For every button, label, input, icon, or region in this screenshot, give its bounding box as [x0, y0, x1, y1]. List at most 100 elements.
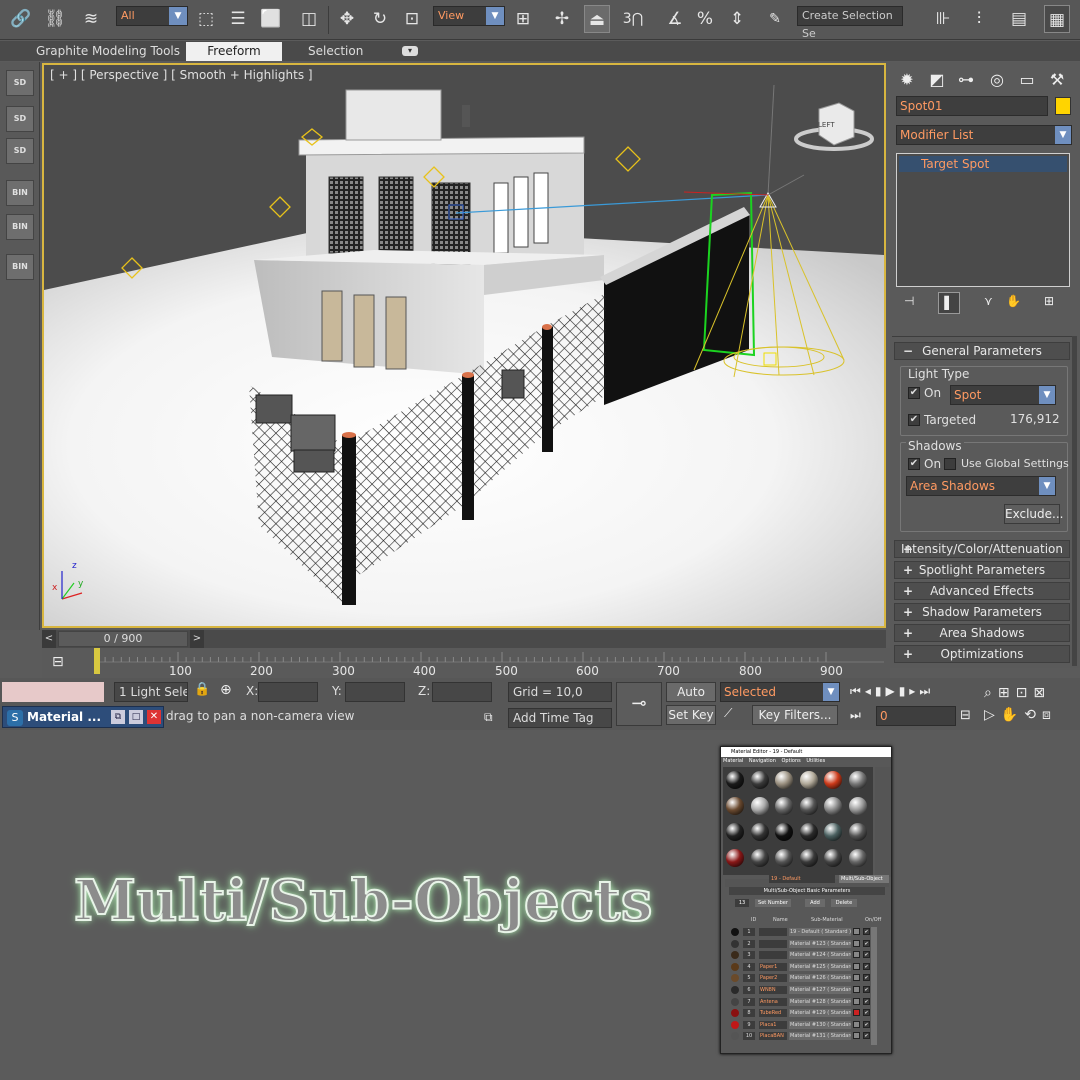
menu-navigation[interactable]: Navigation	[749, 758, 776, 764]
move-icon[interactable]: ✥	[334, 5, 360, 33]
time-tag-icon[interactable]: ⧉	[484, 710, 493, 725]
sample-sphere[interactable]	[726, 823, 744, 841]
add-time-tag[interactable]: Add Time Tag	[508, 708, 612, 728]
row-id[interactable]: 7	[743, 997, 755, 1006]
utilities-tab-icon[interactable]: ⚒	[1044, 67, 1070, 93]
link-icon[interactable]: 🔗	[8, 5, 34, 33]
sample-sphere[interactable]	[750, 797, 769, 815]
select-manipulate-icon[interactable]: ✢	[549, 5, 575, 33]
col-name[interactable]: Name	[773, 915, 788, 925]
selection-filter-dropdown[interactable]: All ▼	[116, 6, 188, 26]
targeted-checkbox[interactable]: ✔	[908, 414, 920, 426]
zoom-icon[interactable]: ⌕	[984, 685, 998, 701]
row-sub-material[interactable]: 19 - Default ( Standard )	[789, 928, 851, 936]
material-editor-window[interactable]: Material Editor - 19 - Default Material …	[720, 746, 892, 1054]
sample-sphere[interactable]	[799, 771, 818, 789]
sample-sphere[interactable]	[750, 849, 769, 867]
optimizations-rollout[interactable]: + Optimizations	[894, 645, 1070, 663]
row-sub-material[interactable]: Material #131 ( Standard )	[789, 1032, 851, 1041]
modifier-list-dropdown[interactable]: Modifier List ▼	[896, 125, 1072, 145]
row-color[interactable]	[853, 1009, 860, 1017]
row-sub-material[interactable]: Material #130 ( Standard )	[789, 1020, 851, 1029]
row-color[interactable]	[853, 1032, 860, 1040]
row-color[interactable]	[853, 986, 860, 993]
key-mode-toggle-icon[interactable]: ⏭	[850, 708, 861, 723]
orbit-icon[interactable]: ⟲	[1024, 707, 1042, 723]
display-tab-icon[interactable]: ▭	[1014, 67, 1040, 93]
row-on-checkbox[interactable]: ✔	[863, 962, 870, 970]
zoom-extents-all-icon[interactable]: ⊠	[1033, 685, 1051, 701]
maxscript-listener[interactable]	[2, 682, 104, 702]
col-id[interactable]: ID	[751, 915, 756, 925]
row-on-checkbox[interactable]: ✔	[863, 1032, 870, 1040]
sample-sphere[interactable]	[824, 849, 842, 867]
light-on-checkbox[interactable]: ✔	[908, 387, 920, 399]
sample-sphere[interactable]	[750, 823, 769, 841]
sample-sphere[interactable]	[848, 797, 867, 815]
general-parameters-rollout[interactable]: − General Parameters	[894, 342, 1070, 360]
modify-tab-icon[interactable]: ◩	[924, 67, 950, 93]
reference-coord-dropdown[interactable]: View ▼	[433, 6, 505, 26]
sample-slots[interactable]	[723, 767, 873, 875]
key-mode-dropdown[interactable]: Selected ▼	[720, 682, 840, 702]
tab-selection[interactable]: Selection	[308, 42, 363, 61]
track-bar[interactable]: ⊟ 100 200 300 400 500 600 700 800 900	[42, 648, 890, 678]
edit-named-selection-icon[interactable]: ✎	[762, 5, 788, 33]
row-on-checkbox[interactable]: ✔	[863, 939, 870, 947]
bind-spacewarp-icon[interactable]: ≋	[78, 5, 104, 33]
current-frame-marker[interactable]	[94, 648, 100, 674]
menu-utilities[interactable]: Utilities	[806, 758, 825, 764]
sub-material-row[interactable]: 4 Paper1 Material #125 ( Standard ) ✔	[729, 962, 877, 972]
row-name[interactable]: PlacaBAN	[759, 1032, 787, 1041]
row-sub-material[interactable]: Material #123 ( Standard )	[789, 939, 851, 948]
row-color[interactable]	[853, 928, 860, 935]
shadows-on-checkbox[interactable]: ✔	[908, 458, 920, 470]
row-id[interactable]: 10	[743, 1032, 755, 1041]
row-color[interactable]	[853, 974, 860, 982]
set-key-button[interactable]: Set Key	[666, 705, 716, 725]
window-crossing-icon[interactable]: ◫	[296, 5, 322, 33]
row-name[interactable]	[759, 951, 787, 960]
material-name-field[interactable]: 19 - Default	[769, 875, 835, 883]
unlink-icon[interactable]: ⛓	[42, 5, 68, 33]
row-name[interactable]: Placa1	[759, 1020, 787, 1029]
row-sub-material[interactable]: Material #124 ( Standard )	[789, 951, 851, 960]
sample-sphere[interactable]	[750, 771, 769, 789]
row-color[interactable]	[853, 962, 860, 970]
sample-sphere[interactable]	[775, 849, 793, 867]
spotlight-parameters-rollout[interactable]: + Spotlight Parameters	[894, 561, 1070, 579]
sample-sphere[interactable]	[799, 823, 818, 841]
bin-chart-icon[interactable]: BIN	[6, 254, 34, 280]
sample-sphere[interactable]	[848, 823, 867, 841]
menu-options[interactable]: Options	[781, 758, 800, 764]
command-panel-scrollbar[interactable]	[1072, 336, 1077, 666]
row-color[interactable]	[853, 997, 860, 1005]
row-sub-material[interactable]: Material #129 ( Standard )	[789, 1009, 851, 1018]
sd-icon[interactable]: SD	[6, 70, 34, 96]
zoom-all-icon[interactable]: ⊞	[998, 685, 1016, 701]
viewcube-face-label[interactable]: LEFT	[818, 121, 835, 129]
area-shadows-rollout[interactable]: + Area Shadows	[894, 624, 1070, 642]
named-selection-set-field[interactable]: Create Selection Se	[797, 6, 903, 40]
object-name-field[interactable]: Spot01	[896, 96, 1048, 116]
row-sub-material[interactable]: Material #126 ( Standard )	[789, 974, 851, 983]
time-slider-thumb[interactable]: 0 / 900	[58, 631, 188, 647]
sample-sphere[interactable]	[799, 797, 818, 815]
sd-layers-icon[interactable]: SD	[6, 106, 34, 132]
row-id[interactable]: 2	[743, 939, 755, 948]
sample-sphere[interactable]	[824, 823, 842, 841]
y-coord-field[interactable]	[345, 682, 405, 702]
row-on-checkbox[interactable]: ✔	[863, 986, 870, 993]
row-on-checkbox[interactable]: ✔	[863, 928, 870, 935]
row-name[interactable]: WN8N	[759, 986, 787, 994]
next-frame-icon[interactable]: >	[190, 630, 204, 648]
sample-sphere[interactable]	[775, 771, 793, 789]
sub-material-row[interactable]: 2 Material #123 ( Standard ) ✔	[729, 939, 877, 949]
object-color-swatch[interactable]	[1055, 97, 1071, 115]
tab-graphite-modeling-tools[interactable]: Graphite Modeling Tools	[36, 42, 180, 61]
sample-sphere[interactable]	[726, 849, 744, 867]
sample-sphere[interactable]	[726, 771, 744, 789]
row-id[interactable]: 1	[743, 928, 755, 936]
row-on-checkbox[interactable]: ✔	[863, 997, 870, 1005]
row-name[interactable]: TubeRed	[759, 1009, 787, 1018]
